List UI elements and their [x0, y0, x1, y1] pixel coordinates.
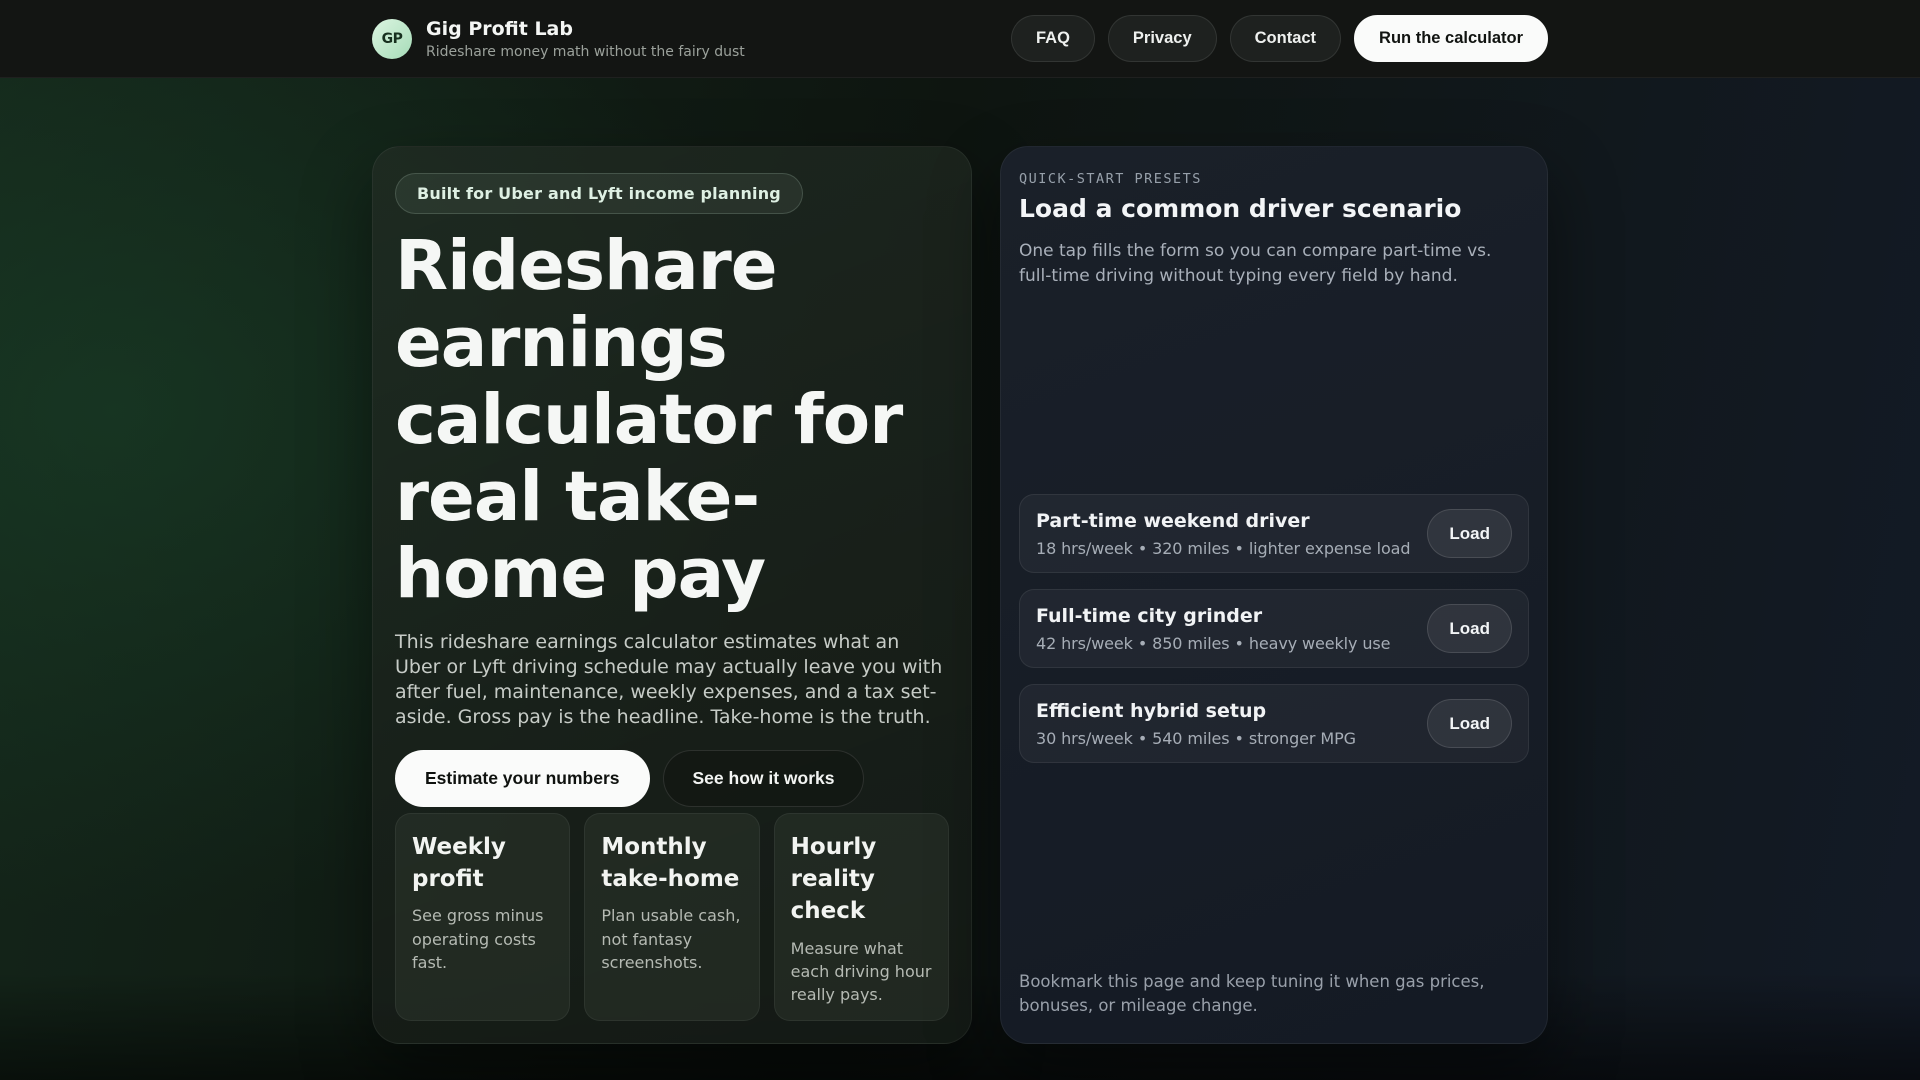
presets-title: Load a common driver scenario: [1019, 194, 1462, 223]
preset-list: Part-time weekend driver 18 hrs/week • 3…: [1019, 494, 1529, 764]
feature-monthly-take-home: Monthly take-home Plan usable cash, not …: [584, 813, 760, 1021]
load-preset-button[interactable]: Load: [1427, 699, 1512, 749]
brand-avatar: GP: [372, 18, 412, 59]
presets-note: Bookmark this page and keep tuning it wh…: [1019, 971, 1485, 1016]
preset-text: Full-time city grinder 42 hrs/week • 850…: [1036, 605, 1390, 653]
feature-title: Monthly take-home: [601, 834, 740, 893]
hero-card: Built for Uber and Lyft income planning …: [372, 146, 972, 1044]
presets-card: QUICK-START PRESETS Load a common driver…: [1000, 146, 1548, 1044]
presets-eyebrow: QUICK-START PRESETS: [1019, 171, 1202, 187]
presets-description: One tap fills the form so you can compar…: [1019, 241, 1492, 286]
preset-meta: 18 hrs/week • 320 miles • lighter expens…: [1036, 538, 1411, 558]
hero-actions: Estimate your numbers See how it works: [395, 749, 949, 808]
feature-title: Hourly reality check: [790, 834, 877, 925]
hero-description: This rideshare earnings calculator estim…: [395, 630, 943, 729]
page-title: Rideshare earnings calculator for real t…: [395, 226, 903, 614]
brand-tagline: Rideshare money math without the fairy d…: [426, 43, 745, 60]
preset-part-time-weekend: Part-time weekend driver 18 hrs/week • 3…: [1019, 494, 1529, 574]
feature-title: Weekly profit: [412, 834, 506, 893]
feature-hourly-reality-check: Hourly reality check Measure what each d…: [773, 813, 949, 1021]
feature-cards: Weekly profit See gross minus operating …: [395, 813, 949, 1021]
nav-privacy-button[interactable]: Privacy: [1107, 15, 1217, 62]
load-preset-button[interactable]: Load: [1427, 604, 1512, 654]
brand-text: Gig Profit Lab Rideshare money math with…: [426, 18, 745, 60]
preset-title: Full-time city grinder: [1036, 604, 1263, 627]
feature-description: Plan usable cash, not fantasy screenshot…: [601, 906, 741, 972]
preset-meta: 30 hrs/week • 540 miles • stronger MPG: [1036, 728, 1356, 748]
load-preset-button[interactable]: Load: [1427, 509, 1512, 559]
brand-name: Gig Profit Lab: [426, 17, 573, 40]
preset-title: Efficient hybrid setup: [1036, 699, 1267, 722]
preset-full-time-city: Full-time city grinder 42 hrs/week • 850…: [1019, 589, 1529, 669]
preset-meta: 42 hrs/week • 850 miles • heavy weekly u…: [1036, 633, 1391, 653]
main-nav: FAQ Privacy Contact Run the calculator: [1010, 15, 1548, 62]
preset-efficient-hybrid: Efficient hybrid setup 30 hrs/week • 540…: [1019, 684, 1529, 764]
preset-title: Part-time weekend driver: [1036, 509, 1310, 532]
feature-description: Measure what each driving hour really pa…: [790, 938, 932, 1004]
run-calculator-button[interactable]: Run the calculator: [1354, 15, 1548, 62]
preset-text: Part-time weekend driver 18 hrs/week • 3…: [1036, 510, 1410, 558]
nav-contact-button[interactable]: Contact: [1229, 15, 1342, 62]
feature-weekly-profit: Weekly profit See gross minus operating …: [395, 813, 571, 1021]
feature-description: See gross minus operating costs fast.: [412, 906, 544, 972]
preset-text: Efficient hybrid setup 30 hrs/week • 540…: [1036, 700, 1356, 748]
brand: GP Gig Profit Lab Rideshare money math w…: [372, 18, 745, 60]
brand-initials: GP: [381, 30, 403, 47]
main-content: Built for Uber and Lyft income planning …: [0, 78, 1920, 1044]
hero-badge: Built for Uber and Lyft income planning: [395, 173, 803, 214]
estimate-numbers-button[interactable]: Estimate your numbers: [395, 749, 650, 808]
see-how-it-works-button[interactable]: See how it works: [662, 749, 865, 808]
nav-faq-button[interactable]: FAQ: [1010, 15, 1095, 62]
top-header: GP Gig Profit Lab Rideshare money math w…: [0, 0, 1920, 78]
